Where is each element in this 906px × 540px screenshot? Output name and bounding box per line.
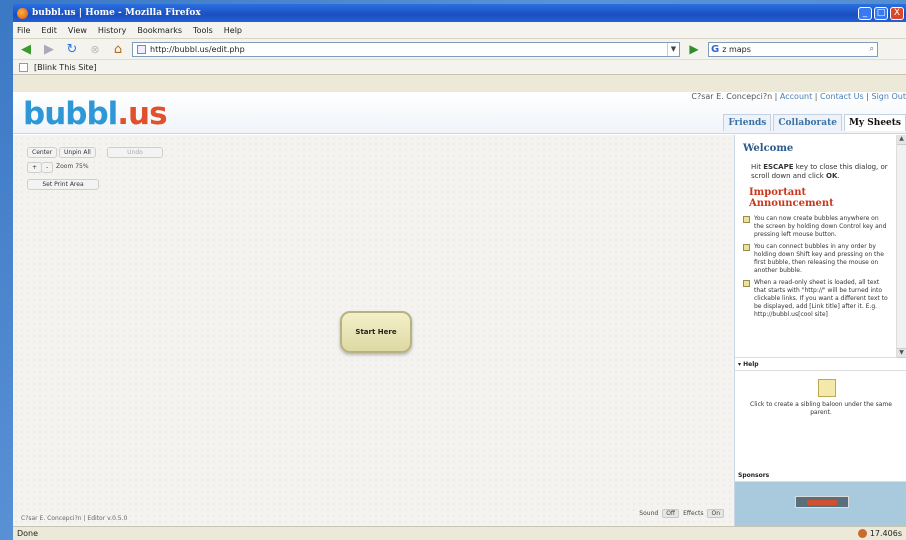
page-icon <box>137 44 146 54</box>
menu-bookmarks[interactable]: Bookmarks <box>137 26 182 35</box>
tab-my-sheets[interactable]: My Sheets <box>843 114 906 131</box>
help-panel: ▾ Help Click to create a sibling baloon … <box>735 359 906 469</box>
bullet-icon <box>743 216 750 223</box>
sheet-tabs: Friends Collaborate My Sheets <box>723 114 906 131</box>
announcement-item: You can connect bubbles in any order by … <box>743 243 889 275</box>
sponsors-panel: Sponsors <box>735 470 906 526</box>
firefox-icon <box>17 7 28 19</box>
url-bar[interactable]: http://bubbl.us/edit.php ▼ <box>132 41 680 57</box>
maximize-button[interactable]: □ <box>874 6 888 20</box>
sponsors-title: Sponsors <box>735 470 906 482</box>
close-button[interactable]: X <box>890 6 904 20</box>
menu-help[interactable]: Help <box>224 26 242 35</box>
menu-tools[interactable]: Tools <box>193 26 213 35</box>
start-here-bubble[interactable]: Start Here <box>340 311 412 353</box>
menu-history[interactable]: History <box>98 26 126 35</box>
bookmark-blink[interactable]: [Blink This Site] <box>34 63 97 72</box>
tab-friends[interactable]: Friends <box>723 114 772 131</box>
load-time: 17.406s <box>869 529 902 538</box>
title-bar: bubbl.us | Home - Mozilla Firefox _ □ X <box>13 4 906 22</box>
announcement-title: Important Announcement <box>749 187 834 209</box>
sponsor-area <box>735 482 906 526</box>
sound-effects-controls: Sound Off Effects On <box>639 509 724 518</box>
tab-collaborate[interactable]: Collaborate <box>773 114 842 131</box>
editor-credit: C?sar E. Concepci?n | Editor v.0.5.0 <box>21 515 128 522</box>
mindmap-canvas[interactable]: Center Unpin All Undo + - Zoom 75% Set P… <box>13 135 734 526</box>
status-bar: Done 17.406s <box>13 526 906 540</box>
sign-out-link[interactable]: Sign Out <box>872 92 906 101</box>
forward-arrow-icon[interactable]: ▶ <box>40 41 58 57</box>
announcement-item: When a read-only sheet is loaded, all te… <box>743 279 889 319</box>
navigation-toolbar: ◀ ▶ ↻ ⊗ ⌂ http://bubbl.us/edit.php ▼ ▶ G… <box>13 39 906 59</box>
back-arrow-icon[interactable]: ◀ <box>17 41 35 57</box>
menu-view[interactable]: View <box>68 26 87 35</box>
sound-label: Sound <box>639 510 659 517</box>
browser-window: bubbl.us | Home - Mozilla Firefox _ □ X … <box>13 4 906 540</box>
menu-bar: File Edit View History Bookmarks Tools H… <box>13 22 906 39</box>
home-icon[interactable]: ⌂ <box>109 41 127 57</box>
sibling-bubble-icon <box>818 379 836 397</box>
zoom-out-button[interactable]: - <box>41 162 54 173</box>
scroll-up-icon[interactable]: ▲ <box>897 135 906 145</box>
user-name: C?sar E. Concepci?n <box>691 92 773 101</box>
window-title: bubbl.us | Home - Mozilla Firefox <box>32 8 201 18</box>
set-print-area-button[interactable]: Set Print Area <box>27 179 99 190</box>
web-page: bubbl.us C?sar E. Concepci?n | Account |… <box>13 92 906 526</box>
menu-edit[interactable]: Edit <box>41 26 57 35</box>
user-links: C?sar E. Concepci?n | Account | Contact … <box>691 92 906 101</box>
center-button[interactable]: Center <box>27 147 58 158</box>
help-text: Click to create a sibling baloon under t… <box>750 401 892 416</box>
url-text: http://bubbl.us/edit.php <box>150 44 245 54</box>
contact-link[interactable]: Contact Us <box>820 92 864 101</box>
effects-toggle[interactable]: On <box>707 509 724 518</box>
help-title[interactable]: ▾ Help <box>735 359 906 371</box>
right-panel: Welcome Hit ESCAPE key to close this dia… <box>734 135 906 526</box>
search-box[interactable]: G z maps ⌕ <box>708 41 878 57</box>
bookmark-page-icon <box>19 62 28 72</box>
sound-toggle[interactable]: Off <box>662 509 680 518</box>
account-link[interactable]: Account <box>780 92 812 101</box>
bookmarks-toolbar: [Blink This Site] <box>13 59 906 75</box>
unpin-all-button[interactable]: Unpin All <box>59 147 96 158</box>
bullet-icon <box>743 244 750 251</box>
firebug-icon[interactable] <box>857 529 867 538</box>
menu-file[interactable]: File <box>17 26 30 35</box>
welcome-scrollbar[interactable]: ▲ ▼ <box>896 135 906 358</box>
status-text: Done <box>17 529 39 538</box>
bubblus-logo[interactable]: bubbl.us <box>23 96 168 132</box>
effects-label: Effects <box>683 510 704 517</box>
search-icon[interactable]: ⌕ <box>870 44 877 54</box>
zoom-in-button[interactable]: + <box>27 162 43 173</box>
minimize-button[interactable]: _ <box>858 6 872 20</box>
go-arrow-icon[interactable]: ▶ <box>685 41 703 57</box>
google-icon: G <box>711 43 720 55</box>
stop-icon[interactable]: ⊗ <box>86 41 104 57</box>
welcome-dialog: Welcome Hit ESCAPE key to close this dia… <box>735 135 906 358</box>
welcome-intro: Hit ESCAPE key to close this dialog, or … <box>751 163 888 180</box>
bullet-icon <box>743 280 750 287</box>
announcement-item: You can now create bubbles anywhere on t… <box>743 215 889 239</box>
site-header: bubbl.us C?sar E. Concepci?n | Account |… <box>13 92 906 134</box>
scroll-down-icon[interactable]: ▼ <box>897 348 906 358</box>
search-input[interactable]: z maps <box>722 45 751 54</box>
url-dropdown-icon[interactable]: ▼ <box>667 42 679 56</box>
undo-button[interactable]: Undo <box>107 147 163 158</box>
sponsor-ad[interactable] <box>795 496 849 508</box>
reload-icon[interactable]: ↻ <box>63 41 81 57</box>
welcome-title: Welcome <box>743 143 794 154</box>
zoom-level: Zoom 75% <box>56 163 89 170</box>
